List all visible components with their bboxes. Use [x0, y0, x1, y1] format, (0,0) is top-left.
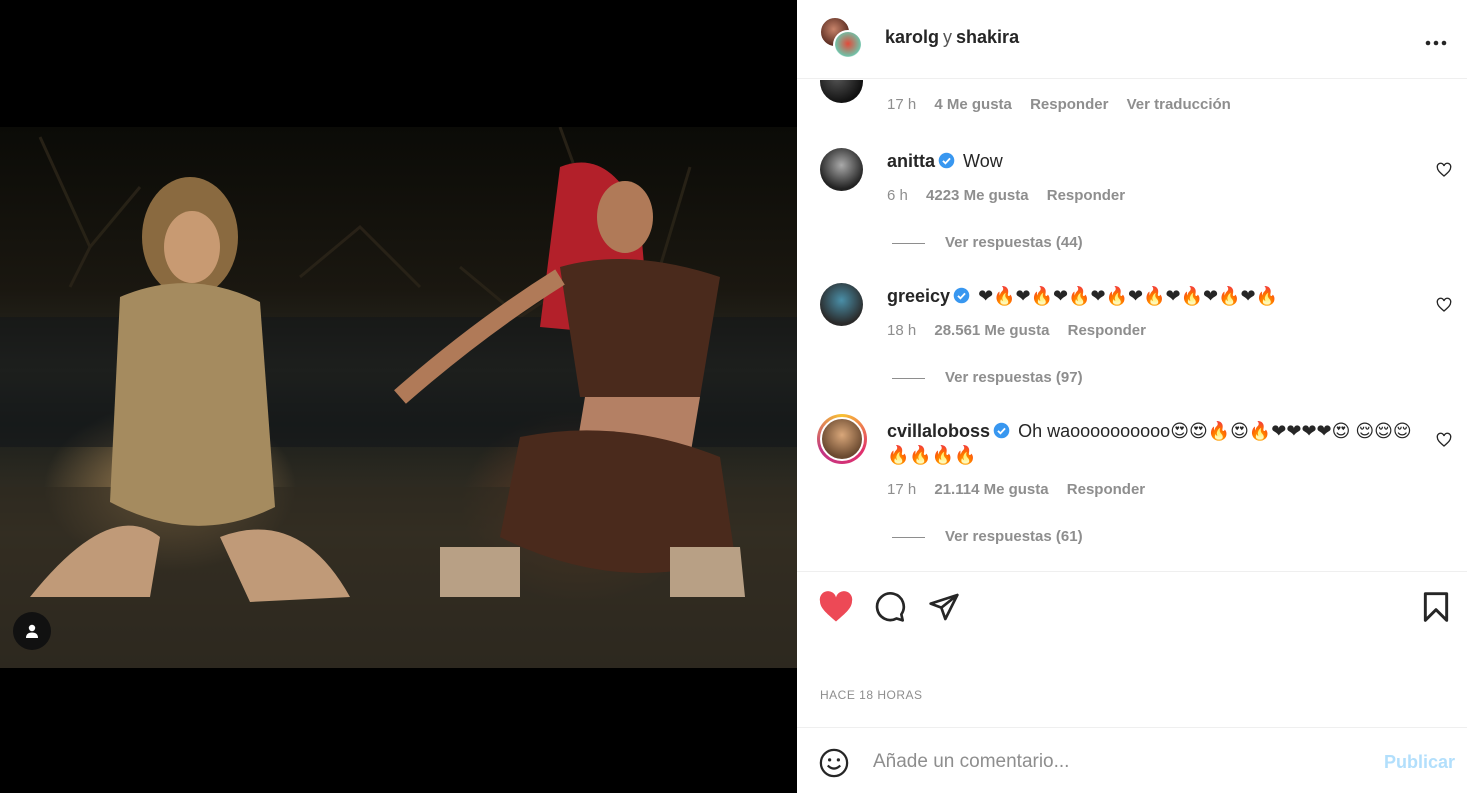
- bookmark-save-icon[interactable]: [1422, 591, 1450, 623]
- reply-button[interactable]: Responder: [1047, 187, 1125, 204]
- publish-button[interactable]: Publicar: [1384, 752, 1455, 773]
- divider: [892, 242, 925, 244]
- avatar[interactable]: [820, 148, 863, 191]
- collab-avatars[interactable]: [819, 16, 865, 62]
- post-authors: karolg y shakira: [885, 27, 1019, 48]
- comment-likes[interactable]: 28.561 Me gusta: [934, 322, 1049, 339]
- verified-badge-icon: [938, 152, 955, 169]
- divider: [892, 377, 925, 379]
- comment-meta: 17 h 4 Me gusta Responder Ver traducción: [887, 96, 1245, 113]
- avatar: [833, 30, 863, 60]
- comments-list[interactable]: 17 h 4 Me gusta Responder Ver traducción…: [797, 80, 1467, 571]
- story-ring[interactable]: [817, 414, 867, 464]
- comment-username[interactable]: anitta: [887, 151, 935, 171]
- like-comment-heart-icon[interactable]: [1436, 432, 1452, 448]
- photo-scene: [0, 127, 797, 668]
- post-timestamp[interactable]: HACE 18 HORAS: [820, 688, 923, 702]
- comment-meta: 18 h 28.561 Me gusta Responder: [887, 322, 1160, 339]
- comment-time: 17 h: [887, 481, 917, 498]
- user-icon: [26, 624, 38, 638]
- like-heart-icon[interactable]: [818, 591, 854, 623]
- comment-text: anitta Wow: [887, 149, 1427, 173]
- comment-text: greeicy ❤🔥❤🔥❤🔥❤🔥❤🔥❤🔥❤🔥❤🔥: [887, 284, 1427, 308]
- comment-time: 17 h: [887, 96, 917, 113]
- post-detail-panel: karolg y shakira 17 h 4 Me gusta Responder…: [797, 0, 1467, 793]
- comment-text: cvillaloboss Oh waoooooooooo😍😍🔥😍🔥❤❤❤❤😍 😌…: [887, 419, 1427, 467]
- media-pane: [0, 0, 797, 793]
- authors-conjunction: y: [943, 27, 953, 47]
- avatar[interactable]: [820, 80, 863, 103]
- comment-username[interactable]: cvillaloboss: [887, 421, 990, 441]
- avatar: [820, 417, 864, 461]
- reply-button[interactable]: Responder: [1068, 322, 1146, 339]
- more-horizontal-icon[interactable]: [1425, 26, 1447, 52]
- comment-likes[interactable]: 4 Me gusta: [934, 96, 1012, 113]
- comment-body: Wow: [963, 151, 1003, 171]
- author-primary-link[interactable]: karolg: [885, 27, 939, 47]
- like-comment-heart-icon[interactable]: [1436, 297, 1452, 313]
- emoji-icon[interactable]: [819, 748, 849, 778]
- like-comment-heart-icon[interactable]: [1436, 162, 1452, 178]
- post-header: karolg y shakira: [797, 0, 1467, 79]
- translate-button[interactable]: Ver traducción: [1127, 96, 1231, 113]
- comment-bubble-icon[interactable]: [874, 591, 906, 623]
- view-replies-button[interactable]: Ver respuestas (44): [892, 234, 1083, 251]
- share-send-icon[interactable]: [928, 591, 960, 623]
- view-replies-button[interactable]: Ver respuestas (97): [892, 369, 1083, 386]
- post-actions: [797, 571, 1467, 641]
- comment-likes[interactable]: 4223 Me gusta: [926, 187, 1029, 204]
- author-secondary-link[interactable]: shakira: [956, 27, 1019, 47]
- view-replies-button[interactable]: Ver respuestas (61): [892, 528, 1083, 545]
- tagged-users-button[interactable]: [13, 612, 51, 650]
- verified-badge-icon: [953, 287, 970, 304]
- comment-meta: 17 h 21.114 Me gusta Responder: [887, 481, 1159, 498]
- comment-likes[interactable]: 21.114 Me gusta: [934, 481, 1048, 498]
- view-replies-label: Ver respuestas (61): [945, 528, 1083, 545]
- comment-meta: 6 h 4223 Me gusta Responder: [887, 187, 1139, 204]
- avatar[interactable]: [820, 283, 863, 326]
- comment-composer: Publicar: [797, 727, 1467, 793]
- post-photo[interactable]: [0, 127, 797, 668]
- reply-button[interactable]: Responder: [1067, 481, 1145, 498]
- view-replies-label: Ver respuestas (44): [945, 234, 1083, 251]
- comment-time: 18 h: [887, 322, 917, 339]
- comment-username[interactable]: greeicy: [887, 286, 950, 306]
- view-replies-label: Ver respuestas (97): [945, 369, 1083, 386]
- verified-badge-icon: [993, 422, 1010, 439]
- comment-input[interactable]: [873, 746, 1353, 778]
- comment-time: 6 h: [887, 187, 908, 204]
- reply-button[interactable]: Responder: [1030, 96, 1108, 113]
- comment-body: ❤🔥❤🔥❤🔥❤🔥❤🔥❤🔥❤🔥❤🔥: [978, 286, 1279, 306]
- divider: [892, 536, 925, 538]
